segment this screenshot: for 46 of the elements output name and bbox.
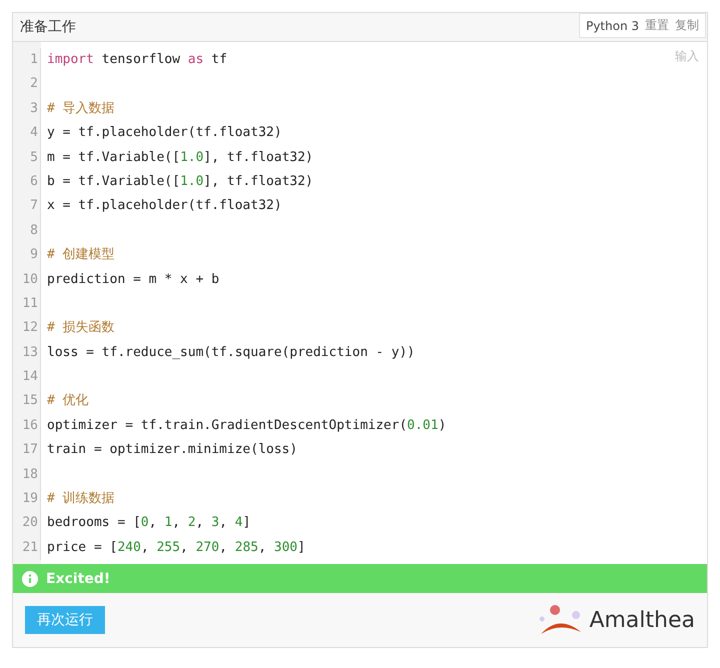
info-icon: [22, 570, 38, 587]
code-line: bedrooms = [0, 1, 2, 3, 4]: [46, 514, 251, 532]
line-number: 16: [13, 414, 41, 438]
brand-name: Amalthea: [589, 608, 695, 633]
language-label: Python 3: [586, 18, 639, 32]
line-number: 21: [13, 536, 41, 560]
code-line: train = optimizer.minimize(loss): [46, 441, 298, 460]
code-line: loss = tf.reduce_sum(tf.square(prediction - y)): [46, 344, 415, 362]
status-message: Excited!: [46, 570, 110, 587]
code-comment: # 优化: [46, 392, 89, 410]
run-again-button[interactable]: 再次运行: [25, 606, 105, 634]
code-comment: # 训练数据: [46, 490, 115, 508]
code-line: x = tf.placeholder(tf.float32): [46, 197, 282, 216]
line-number: 1: [13, 48, 41, 72]
line-number: 19: [13, 487, 41, 512]
code-line: prediction = m * x + b: [46, 270, 220, 289]
line-number: 6: [13, 170, 41, 194]
line-number: 5: [13, 146, 41, 170]
code-line: b = tf.Variable([1.0], tf.float32): [46, 172, 314, 191]
line-number: 20: [13, 511, 41, 536]
code-comment: # 损失函数: [46, 319, 115, 338]
code-comment: # 创建模型: [46, 246, 115, 264]
line-number: 10: [13, 268, 41, 292]
line-number: 8: [13, 218, 41, 244]
code-line: y = tf.placeholder(tf.float32): [46, 124, 282, 142]
code-line: m = tf.Variable([1.0], tf.float32): [46, 148, 314, 167]
toolbar-link[interactable]: 重置: [645, 17, 669, 34]
line-number: 7: [13, 194, 41, 219]
line-number: 11: [13, 292, 41, 316]
line-number: 18: [13, 462, 41, 488]
section-title: 准备工作: [19, 18, 76, 36]
line-number: 13: [13, 340, 41, 366]
code-line: import tensorflow as tf: [46, 51, 228, 69]
editor-placeholder: 输入: [675, 48, 699, 65]
line-number: 15: [13, 389, 41, 414]
line-number: 4: [13, 121, 41, 146]
code-line: optimizer = tf.train.GradientDescentOptimizer(0.01): [46, 416, 446, 435]
line-number: 12: [13, 316, 41, 341]
code-comment: # 导入数据: [46, 100, 115, 118]
line-number: 17: [13, 438, 41, 463]
toolbar-link[interactable]: 复制: [675, 17, 699, 34]
line-number: 9: [13, 243, 41, 268]
line-number: 2: [13, 72, 41, 97]
code-line: price = [240, 255, 270, 285, 300]: [46, 538, 306, 557]
line-number: 14: [13, 365, 41, 390]
line-number: 3: [13, 96, 41, 122]
